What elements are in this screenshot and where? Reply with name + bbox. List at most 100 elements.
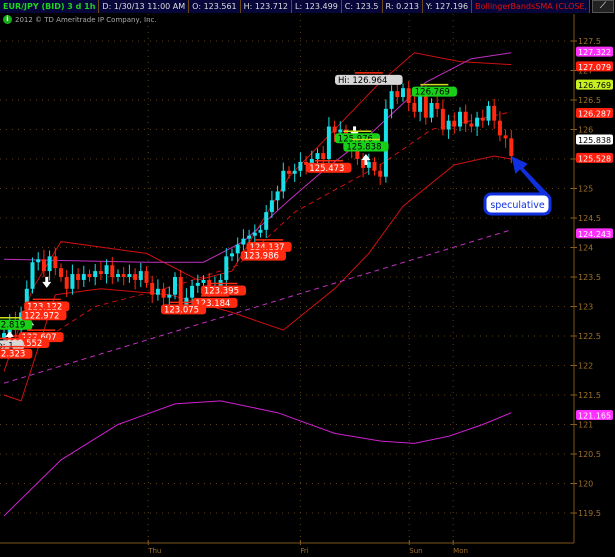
y-tick-label: 124.5: [578, 214, 601, 223]
candle-body: [47, 256, 52, 272]
candle-body: [509, 138, 514, 157]
candle-body: [116, 274, 120, 277]
price-label: 122.819: [0, 319, 33, 331]
candle-body: [30, 262, 35, 289]
candle: [378, 163, 383, 185]
candle-body: [264, 212, 269, 230]
candle-body: [235, 244, 240, 254]
candle-body: [150, 282, 155, 295]
y-tick-label: 127.5: [578, 37, 601, 46]
candle-body: [53, 256, 58, 269]
candle: [47, 250, 52, 281]
axis-price-text: 121.165: [578, 412, 611, 421]
candle-body: [429, 102, 434, 118]
y-tick-label: 123: [578, 303, 593, 312]
candle: [116, 269, 120, 282]
candle-body: [463, 111, 468, 124]
candle: [429, 98, 434, 123]
candle: [281, 162, 286, 199]
candle-body: [36, 259, 41, 263]
axis-price-text: 126.769: [578, 81, 611, 90]
y-tick-label: 121: [578, 421, 593, 430]
candle: [133, 268, 138, 290]
price-label: 123.075: [160, 304, 207, 315]
candle-body: [298, 161, 303, 171]
y-tick-label: 120: [578, 480, 593, 489]
candle-body: [401, 88, 405, 98]
candle-body: [469, 123, 474, 127]
candle: [497, 111, 502, 142]
candle-body: [452, 120, 457, 127]
candle-body: [144, 271, 149, 283]
candle-body: [127, 274, 132, 277]
axis-price-text: 127.322: [578, 48, 611, 57]
candle: [150, 275, 155, 303]
axis-price-text: 127.079: [578, 63, 611, 72]
candle: [486, 101, 491, 126]
price-chart[interactable]: 127.5127126.5126125.5125124.5124123.5123…: [0, 0, 615, 557]
y-tick-label: 126.5: [578, 96, 601, 105]
y-tick-label: 124: [578, 244, 593, 253]
annotation-arrow-icon: [511, 156, 550, 199]
candle: [110, 256, 115, 285]
candle-body: [389, 91, 394, 109]
candle-body: [378, 170, 383, 177]
candle-body: [492, 105, 497, 121]
candle-body: [480, 117, 485, 121]
candle-body: [76, 274, 81, 280]
price-label-text: 126.769: [415, 88, 450, 98]
candle-body: [138, 271, 143, 280]
candle-body: [315, 153, 320, 159]
price-label: 123.986: [240, 250, 286, 262]
candle-body: [326, 126, 331, 159]
candle-body: [133, 274, 138, 280]
candle-body: [70, 274, 75, 289]
candle: [93, 264, 98, 286]
candle: [87, 269, 92, 282]
candle: [53, 248, 58, 276]
candle-body: [121, 274, 126, 277]
candle-body: [269, 200, 274, 213]
price-label-text: 122.819: [0, 321, 25, 331]
candle-body: [372, 161, 377, 171]
candle: [446, 114, 451, 139]
candle-body: [412, 102, 417, 112]
candle-body: [258, 229, 263, 233]
y-tick-label: 119.5: [578, 509, 601, 518]
y-tick-label: 126: [578, 126, 593, 135]
candle: [264, 205, 269, 239]
candle: [469, 114, 474, 133]
price-label-text: 123.395: [204, 286, 239, 296]
candle-body: [503, 135, 508, 139]
candle-body: [247, 235, 252, 239]
candle-body: [321, 153, 326, 159]
candle-body: [458, 111, 462, 127]
candle-body: [201, 279, 206, 283]
candle: [435, 95, 440, 118]
candle-body: [475, 117, 480, 127]
price-label-text: 122.323: [0, 350, 25, 360]
y-tick-label: 123.5: [578, 273, 601, 282]
price-label-text: 122.972: [24, 311, 59, 321]
candle: [224, 248, 229, 288]
candle: [480, 109, 485, 128]
candle-body: [230, 253, 234, 257]
candle: [161, 282, 166, 308]
candle-body: [486, 105, 491, 121]
candle-body: [167, 294, 172, 298]
candle-body: [59, 268, 63, 277]
price-label-text: 123.075: [164, 305, 199, 315]
candle: [475, 111, 480, 136]
candle: [241, 229, 246, 251]
candle: [59, 263, 63, 282]
candle: [452, 112, 457, 134]
candle: [127, 264, 132, 283]
candle: [395, 82, 400, 105]
price-label: 122.972: [21, 310, 67, 321]
y-tick-label: 122: [578, 362, 593, 371]
candle-body: [190, 285, 195, 298]
price-label: Hi: 126.964: [335, 74, 403, 86]
candle: [104, 259, 109, 284]
series-midline: [49, 111, 512, 337]
price-label-text: 123.986: [244, 252, 279, 262]
